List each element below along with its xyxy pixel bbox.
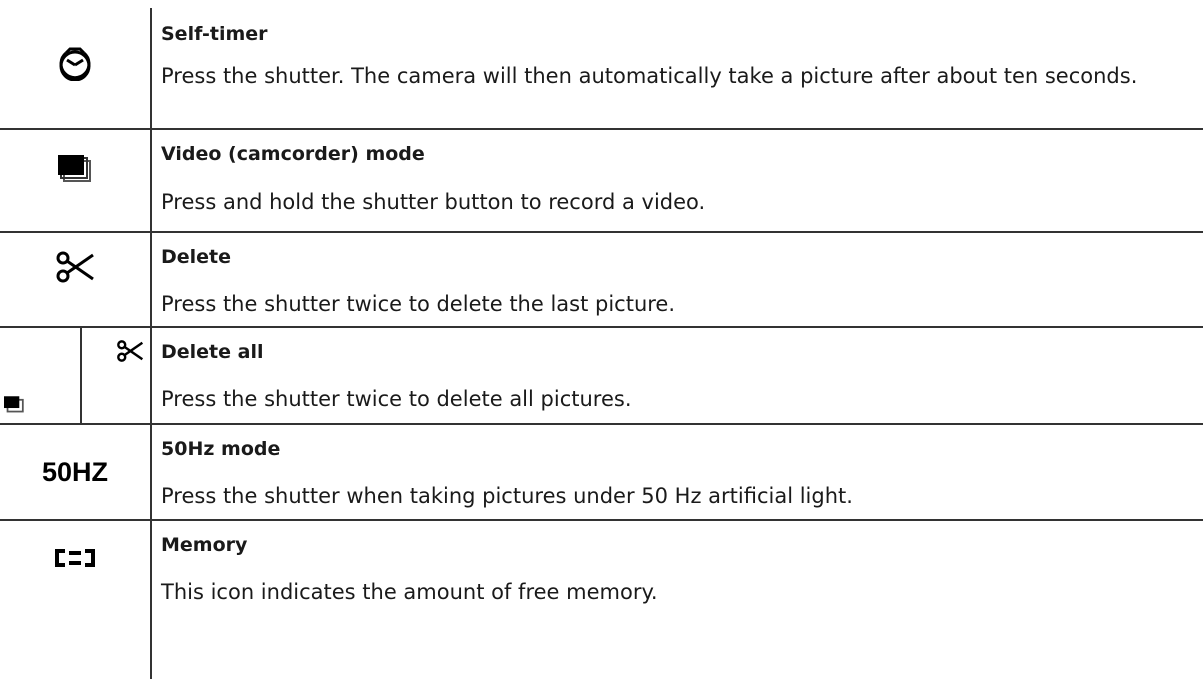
self-timer-icon [59, 47, 91, 81]
row-description: Press the shutter. The camera will then … [161, 64, 1138, 88]
table-row-delete-all: Delete all Press the shutter twice to de… [0, 328, 1203, 423]
row-description: Press the shutter twice to delete the la… [161, 292, 676, 316]
text-cell: Video (camcorder) mode Press and hold th… [161, 142, 1183, 218]
table-row-memory: Memory This icon indicates the amount of… [0, 521, 1203, 679]
row-description: This icon indicates the amount of free m… [161, 580, 658, 604]
row-title: Video (camcorder) mode [161, 143, 425, 165]
scissors-icon [117, 340, 144, 362]
table-row-video: Video (camcorder) mode Press and hold th… [0, 130, 1203, 231]
icon-cell: 50HZ [0, 425, 150, 519]
icon-split-divider [80, 328, 82, 423]
video-camcorder-icon [4, 396, 24, 413]
text-cell: Delete all Press the shutter twice to de… [161, 340, 1183, 415]
table-row-delete: Delete Press the shutter twice to delete… [0, 233, 1203, 326]
memory-icon [55, 549, 95, 567]
row-title: Self-timer [161, 23, 268, 45]
table-row-50hz: 50HZ 50Hz mode Press the shutter when ta… [0, 425, 1203, 519]
row-description: Press and hold the shutter button to rec… [161, 190, 706, 214]
50hz-icon: 50HZ [41, 456, 109, 487]
scissors-icon [56, 251, 94, 283]
row-description: Press the shutter when taking pictures u… [161, 484, 853, 508]
icon-cell [0, 521, 150, 643]
text-cell: Self-timer Press the shutter. The camera… [161, 22, 1183, 92]
row-title: Delete all [161, 341, 264, 363]
text-cell: Delete Press the shutter twice to delete… [161, 245, 1183, 320]
icon-reference-table: Self-timer Press the shutter. The camera… [0, 0, 1203, 679]
row-title: Memory [161, 534, 248, 556]
row-title: 50Hz mode [161, 438, 281, 460]
table-row-self-timer: Self-timer Press the shutter. The camera… [0, 0, 1203, 128]
text-cell: 50Hz mode Press the shutter when taking … [161, 437, 1183, 512]
video-camcorder-icon [58, 155, 91, 182]
row-title: Delete [161, 246, 232, 268]
row-description: Press the shutter twice to delete all pi… [161, 387, 632, 411]
text-cell: Memory This icon indicates the amount of… [161, 533, 1183, 608]
icon-cell [0, 0, 150, 128]
